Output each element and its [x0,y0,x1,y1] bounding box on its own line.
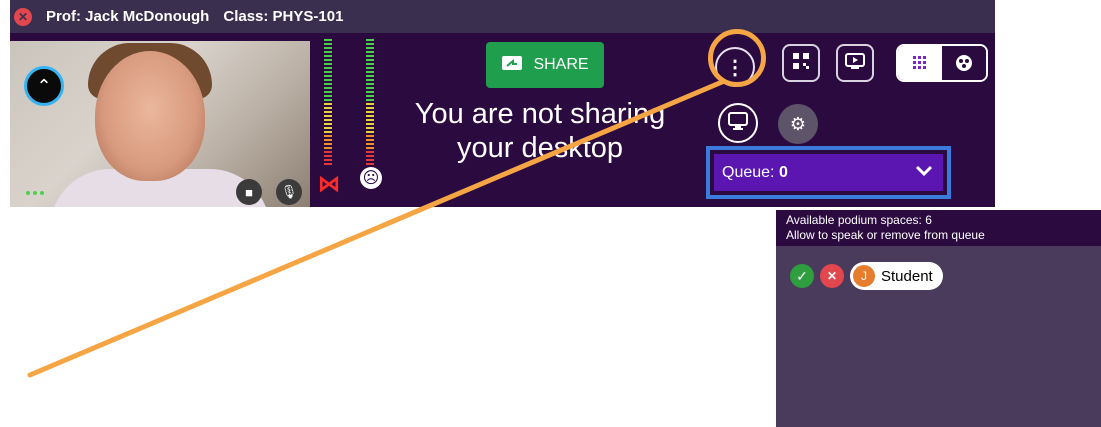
callout-pointer-line [27,79,725,378]
